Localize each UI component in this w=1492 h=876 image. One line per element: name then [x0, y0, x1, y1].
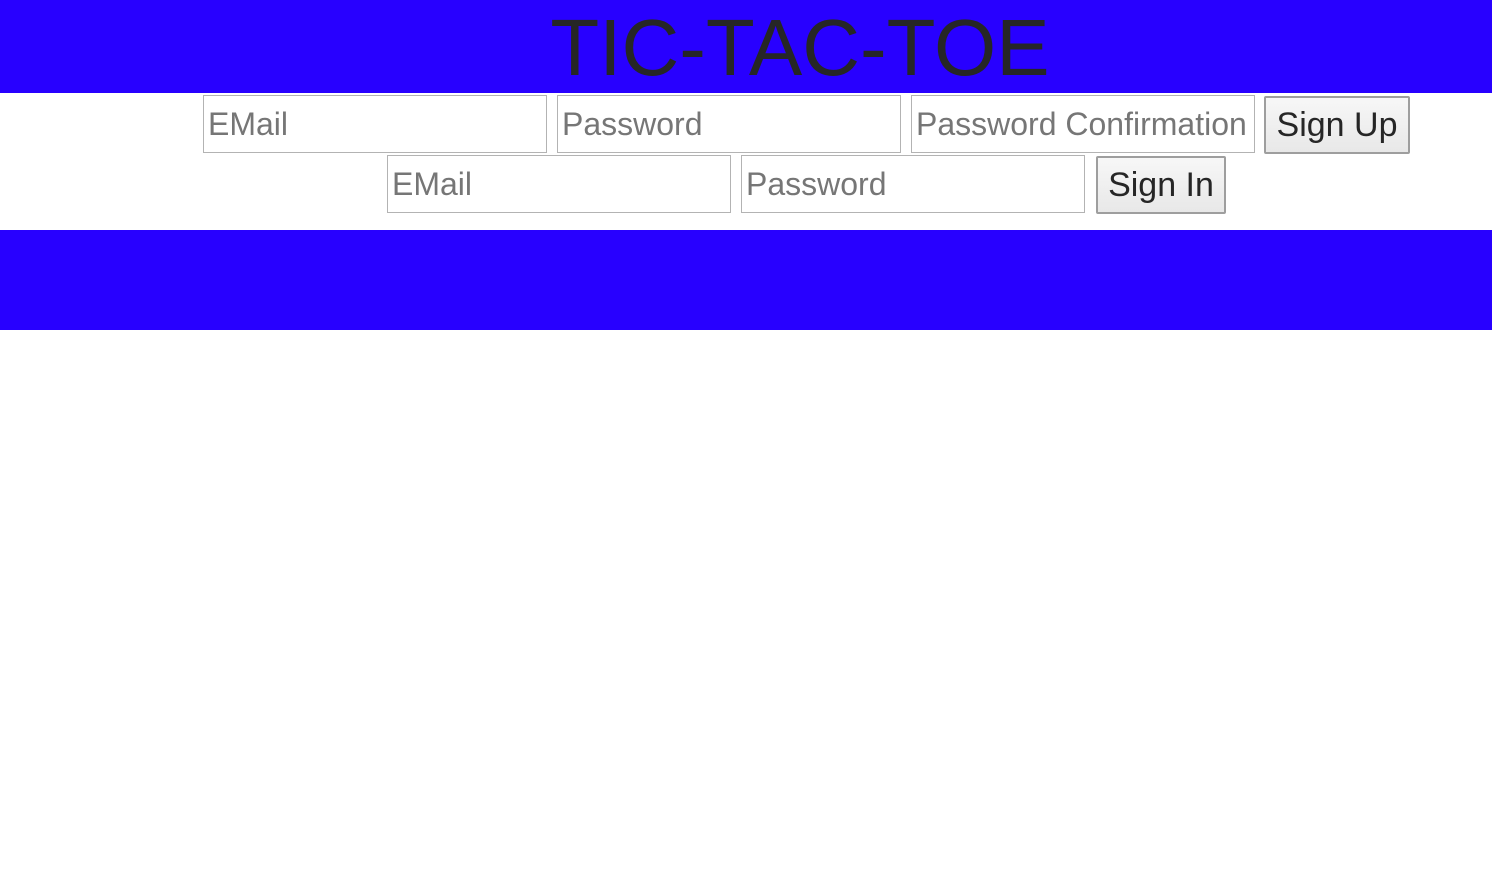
page-title: TIC-TAC-TOE [550, 3, 1050, 92]
sign-up-form: Sign Up [0, 94, 1492, 154]
sign-up-button[interactable]: Sign Up [1264, 96, 1410, 154]
sign-up-email-field[interactable] [203, 95, 547, 153]
game-board-banner [0, 230, 1492, 330]
sign-in-button[interactable]: Sign In [1096, 156, 1226, 214]
sign-in-form: Sign In [0, 154, 1492, 214]
sign-in-email-field[interactable] [387, 155, 731, 213]
header-banner: TIC-TAC-TOE [0, 0, 1492, 93]
sign-up-password-confirmation-field[interactable] [911, 95, 1255, 153]
sign-in-password-field[interactable] [741, 155, 1085, 213]
sign-up-password-field[interactable] [557, 95, 901, 153]
